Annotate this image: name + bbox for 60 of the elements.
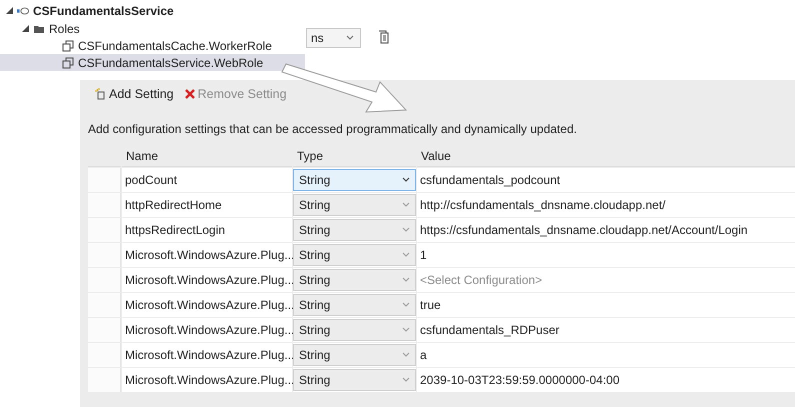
type-dropdown[interactable]: String xyxy=(293,369,416,391)
add-setting-button[interactable]: Add Setting xyxy=(95,87,174,101)
tree-item[interactable]: CSFundamentalsCache.WorkerRole xyxy=(0,37,305,54)
chevron-icon xyxy=(402,377,410,383)
row-header[interactable] xyxy=(88,168,121,192)
value-field[interactable]: true xyxy=(417,293,795,317)
chevron-icon xyxy=(402,277,410,283)
type-dropdown[interactable]: String xyxy=(293,194,416,216)
table-cell: Microsoft.WindowsAzure.Plug... xyxy=(122,318,292,342)
chevron-icon xyxy=(346,35,354,41)
expanded-triangle-icon[interactable] xyxy=(6,7,13,14)
tree-item[interactable]: CSFundamentalsService xyxy=(0,1,305,20)
cloud-icon xyxy=(17,4,29,16)
row-header[interactable] xyxy=(88,193,121,217)
type-dropdown[interactable]: String xyxy=(293,294,416,316)
chevron-icon xyxy=(402,202,410,208)
chevron-icon xyxy=(402,327,410,333)
row-header[interactable] xyxy=(88,243,121,267)
row-header[interactable] xyxy=(88,368,121,392)
row-header[interactable] xyxy=(88,268,121,292)
new-item-icon xyxy=(95,88,107,100)
expanded-triangle-icon[interactable] xyxy=(22,25,29,32)
table-cell: Microsoft.WindowsAzure.Plug... xyxy=(122,343,292,367)
table-cell: Microsoft.WindowsAzure.Plug... xyxy=(122,243,292,267)
value-field[interactable]: 1 xyxy=(417,243,795,267)
chevron-icon xyxy=(402,227,410,233)
type-dropdown[interactable]: String xyxy=(293,169,416,191)
type-dropdown[interactable]: String xyxy=(293,219,416,241)
value-field[interactable]: csfundamentals_podcount xyxy=(417,168,795,192)
row-header[interactable] xyxy=(88,293,121,317)
table-cell: Microsoft.WindowsAzure.Plug... xyxy=(122,268,292,292)
tree-item[interactable]: Roles xyxy=(0,20,305,37)
chevron-icon xyxy=(402,252,410,258)
type-dropdown[interactable]: String xyxy=(293,269,416,291)
role-icon xyxy=(62,40,74,52)
value-field[interactable]: csfundamentals_RDPuser xyxy=(417,318,795,342)
type-dropdown[interactable]: String xyxy=(293,319,416,341)
type-dropdown[interactable]: String xyxy=(293,344,416,366)
table-cell: Microsoft.WindowsAzure.Plug... xyxy=(122,368,292,392)
row-header[interactable] xyxy=(88,318,121,342)
value-field[interactable]: https://csfundamentals_dnsname.cloudapp.net/Account/Login xyxy=(417,218,795,242)
close-icon xyxy=(184,88,196,100)
chevron-icon xyxy=(402,302,410,308)
tree-item[interactable]: CSFundamentalsService.WebRole xyxy=(0,54,305,71)
value-field[interactable]: 2039-10-03T23:59:59.0000000-04:00 xyxy=(417,368,795,392)
chevron-icon xyxy=(402,177,410,183)
value-field[interactable]: a xyxy=(417,343,795,367)
table-cell: httpsRedirectLogin xyxy=(122,218,292,242)
role-icon xyxy=(62,56,74,68)
description-text: Add configuration settings that can be accessed programmatically and dynamically updated. xyxy=(88,122,578,136)
chevron-icon xyxy=(402,352,410,358)
type-dropdown[interactable]: String xyxy=(293,244,416,266)
row-header[interactable] xyxy=(88,218,121,242)
row-header[interactable] xyxy=(88,343,121,367)
value-field[interactable]: http://csfundamentals_dnsname.cloudapp.net/ xyxy=(417,193,795,217)
table-cell: Microsoft.WindowsAzure.Plug... xyxy=(122,293,292,317)
document-icon[interactable] xyxy=(377,30,391,44)
table-cell: podCount xyxy=(122,168,292,192)
table-cell: httpRedirectHome xyxy=(122,193,292,217)
configuration-dropdown[interactable]: ns xyxy=(306,28,361,48)
